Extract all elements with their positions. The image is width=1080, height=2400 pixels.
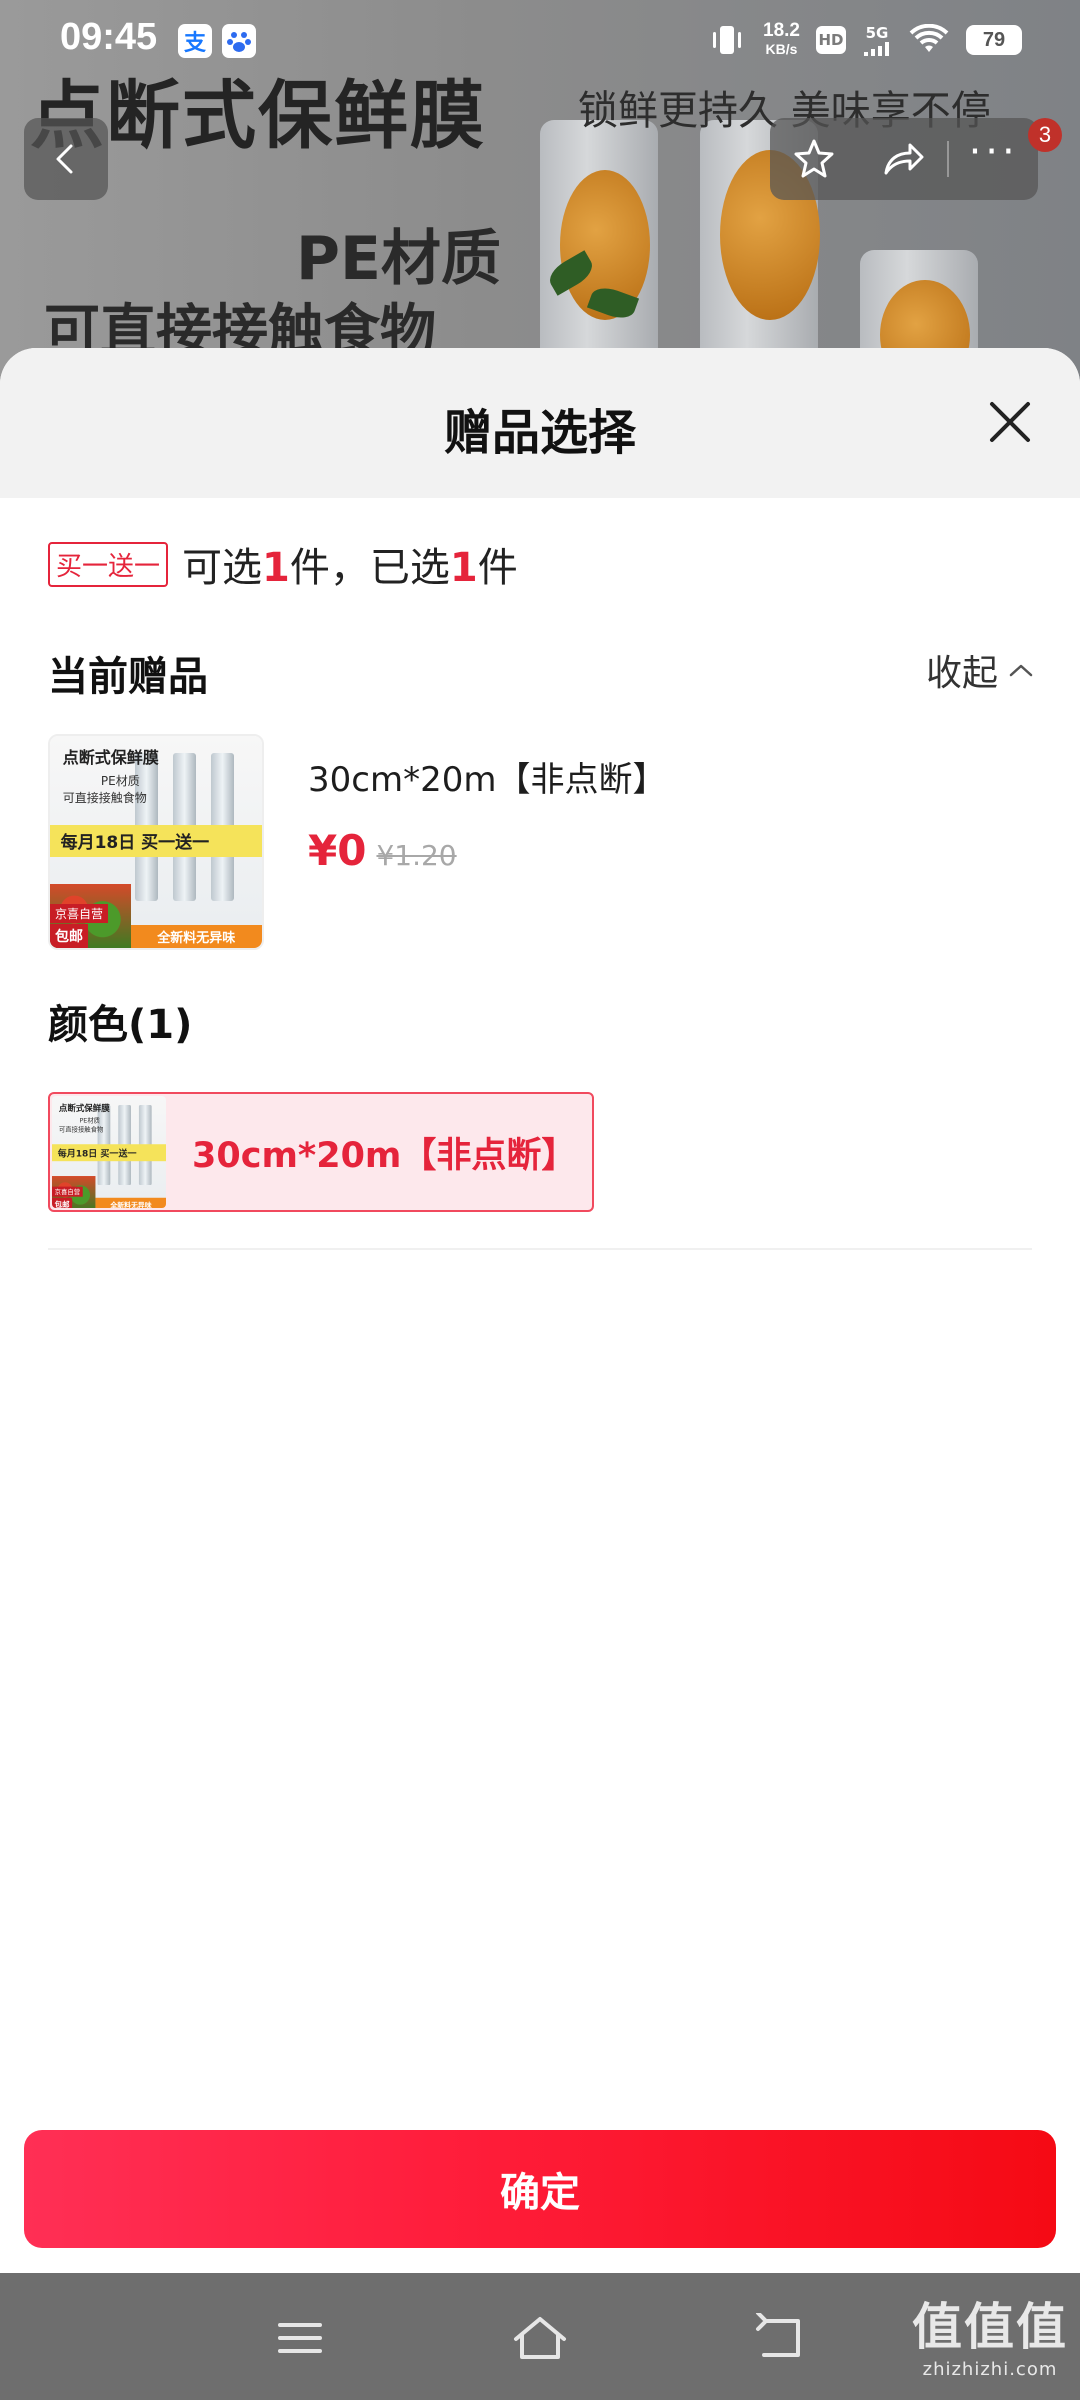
color-option-label: 30cm*20m【非点断】 [192,1135,577,1176]
system-navigation-bar: 值值值 zhizhizhi.com [0,2273,1080,2400]
wifi-icon [909,24,949,52]
notification-badge: 3 [1028,118,1062,152]
gift-selection-sheet: 赠品选择 买一送一 可选1件，已选1件 当前赠品 收起 点断式保鲜膜 PE材质 … [0,348,1080,2273]
back-button[interactable] [24,118,108,200]
watermark: 值值值 zhizhizhi.com [912,2287,1068,2380]
chevron-up-icon [1009,664,1033,677]
close-icon [990,402,1030,442]
signal-5g-icon: 5G [862,24,892,56]
collapse-label: 收起 [925,653,998,694]
return-icon [756,2311,800,2357]
close-button[interactable] [986,398,1034,446]
banner-material: PE材质 [296,224,501,294]
collapse-button[interactable]: 收起 [926,644,1034,696]
current-price: ¥0 [308,826,367,875]
product-image: 点断式保鲜膜 PE材质 可直接接触食物 每月18日 买一送一 京喜自营 包邮 全… [52,1096,166,1208]
battery-icon: 79 [966,25,1022,55]
more-icon: ··· [968,129,1019,175]
selectable-count: 1 [262,545,290,591]
hd-icon: HD [816,26,846,54]
chevron-left-icon [56,144,73,174]
product-image: 点断式保鲜膜 PE材质 可直接接触食物 每月18日 买一送一 京喜自营 包邮 全… [50,736,262,948]
clock: 09:45 [60,16,158,58]
watermark-logo: 值值值 [912,2298,1068,2356]
status-icons: 18.2 KB/s HD 5G 79 [707,20,1022,58]
original-price: ¥1.20 [376,839,457,872]
current-gift-heading: 当前赠品 [48,654,208,700]
watermark-url: zhizhizhi.com [922,2359,1058,2380]
more-button[interactable]: ··· [949,118,1038,200]
sheet-header: 赠品选择 [0,348,1080,498]
promo-text: 可选1件，已选1件 [182,545,518,591]
gift-name: 30cm*20m【非点断】 [308,760,667,800]
color-option-selected[interactable]: 点断式保鲜膜 PE材质 可直接接触食物 每月18日 买一送一 京喜自营 包邮 全… [48,1092,594,1212]
alipay-icon-glyph: 支 [183,31,206,56]
selected-count: 1 [449,545,478,591]
menu-button[interactable] [272,2313,328,2363]
home-button[interactable] [510,2313,566,2363]
color-heading: 颜色(1) [48,1002,193,1048]
baidu-icon [222,24,256,58]
favorite-button[interactable] [770,118,859,200]
promo-info: 买一送一 可选1件，已选1件 [48,540,518,591]
confirm-button[interactable]: 确定 [24,2130,1056,2248]
vibrate-icon [713,26,742,54]
star-icon [794,139,834,178]
network-speed: 18.2 KB/s [763,20,800,57]
alipay-icon: 支 [178,24,212,58]
home-icon [514,2317,566,2359]
menu-icon [278,2323,322,2353]
sheet-title: 赠品选择 [443,405,636,461]
system-back-button[interactable] [752,2311,808,2363]
gift-thumbnail[interactable]: 点断式保鲜膜 PE材质 可直接接触食物 每月18日 买一送一 京喜自营 包邮 全… [48,734,264,950]
gift-price: ¥0 ¥1.20 [308,826,457,875]
option-thumbnail: 点断式保鲜膜 PE材质 可直接接触食物 每月18日 买一送一 京喜自营 包邮 全… [52,1096,166,1208]
section-divider [48,1248,1032,1250]
share-icon [884,143,924,175]
promo-tag: 买一送一 [48,541,169,587]
top-action-group: ··· [770,118,1038,200]
status-bar: 09:45 支 18.2 KB/s HD 5G 79 [0,0,1080,84]
share-button[interactable] [859,118,948,200]
